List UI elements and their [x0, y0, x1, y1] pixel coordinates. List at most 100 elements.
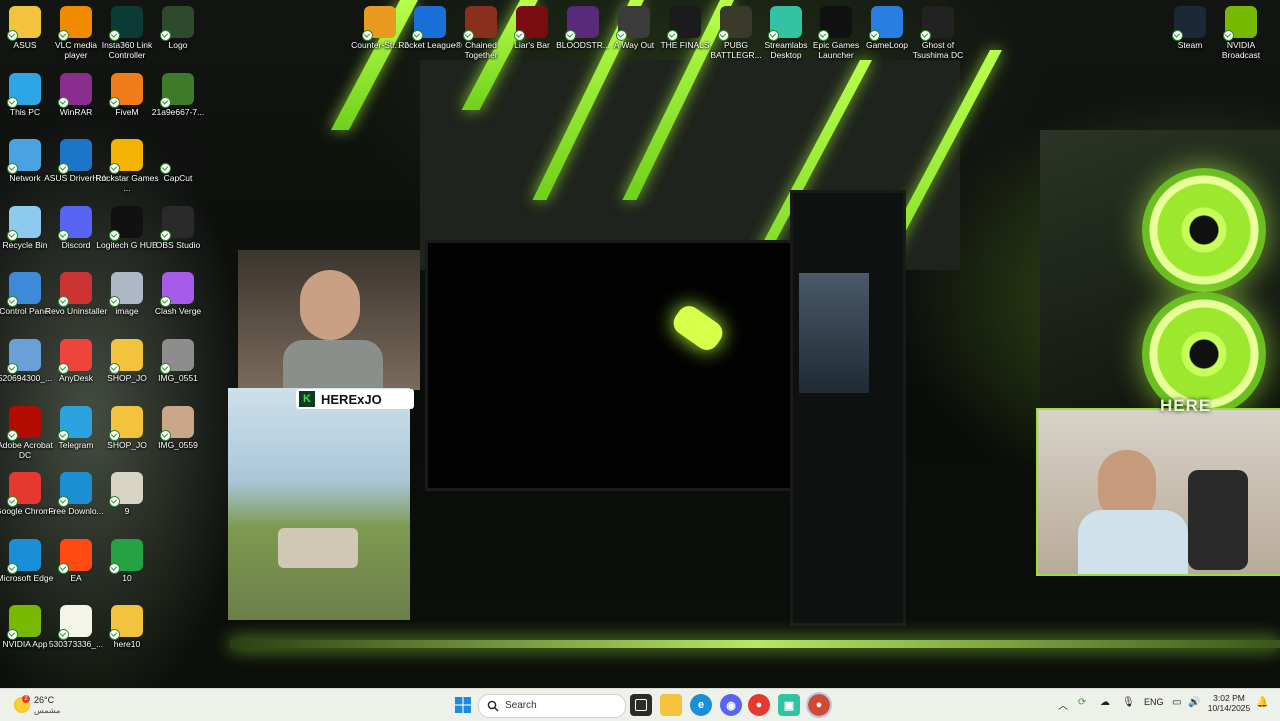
taskbar: 2 26°C مشمس Search e ◉ ● ▣ ● ︿ ⟳ ☁ 🎙 ENG…	[0, 688, 1280, 721]
logitech-icon	[109, 205, 143, 241]
sync-status-check-icon	[109, 229, 120, 241]
volume-icon[interactable]: 🔊	[1188, 697, 1200, 708]
desktop-shortcut-capcut[interactable]: CapCut	[145, 135, 211, 183]
weather-desc: مشمس	[34, 706, 61, 715]
desktop-shortcut-label: here10	[113, 639, 141, 650]
liars-bar-icon	[514, 6, 548, 41]
notification-bell-icon[interactable]: 🔔	[1256, 697, 1268, 708]
ghost-of-tsushima-icon	[920, 6, 954, 41]
recycle-bin-icon	[7, 205, 41, 241]
desktop-shortcut-image-file[interactable]: 9	[94, 468, 160, 516]
wallpaper-desk-light	[230, 640, 1280, 648]
desktop-shortcut-image-file[interactable]: IMG_0559	[145, 402, 211, 450]
chrome-icon: ●	[755, 699, 763, 711]
insta360-icon	[109, 6, 143, 41]
sync-status-check-icon	[160, 429, 171, 441]
fivem-icon	[109, 72, 143, 108]
image-file-icon	[160, 72, 194, 108]
telegram-icon	[58, 405, 92, 441]
desktop-shortcut-whatsapp[interactable]: 10	[94, 535, 160, 583]
sync-status-check-icon	[109, 429, 120, 441]
anydesk-icon	[58, 339, 92, 374]
acrobat-icon	[7, 405, 41, 441]
sync-status-check-icon	[109, 562, 120, 574]
show-hidden-icons-chevron[interactable]: ︿	[1058, 697, 1068, 712]
gear-icon	[58, 139, 92, 175]
sync-status-check-icon	[160, 363, 171, 374]
clock[interactable]: 3:02 PM 10/14/2025	[1206, 693, 1252, 713]
chrome-icon	[7, 472, 41, 508]
desktop-shortcut-logo-file[interactable]: Logo	[145, 2, 211, 50]
cloud-icon[interactable]: ☁	[1100, 697, 1110, 708]
desktop-shortcut-folder[interactable]: here10	[94, 601, 160, 649]
download-icon	[58, 472, 92, 508]
desktop-shortcut-label: Clash Verge	[154, 306, 202, 317]
chrome-icon: ●	[815, 699, 823, 711]
sync-status-check-icon	[412, 30, 423, 41]
rocket-league-icon	[412, 6, 446, 41]
taskbar-search-box[interactable]: Search	[478, 694, 626, 718]
pubg-icon	[718, 6, 752, 41]
weather-temp: 26°C	[34, 695, 55, 705]
a-way-out-icon	[616, 6, 650, 41]
weather-widget[interactable]: 2 26°C مشمس	[8, 693, 88, 717]
logo-file-icon	[160, 6, 194, 41]
desktop-shortcut-nvidia-broadcast[interactable]: NVIDIA Broadcast	[1208, 2, 1274, 60]
webcam-label: HERE	[1160, 396, 1212, 415]
taskbar-file-explorer[interactable]	[660, 694, 682, 716]
start-button[interactable]	[452, 694, 474, 716]
gameloop-icon	[869, 6, 903, 41]
taskbar-chrome-active[interactable]: ●	[806, 692, 832, 718]
image-file-icon	[109, 272, 143, 308]
epic-games-icon	[818, 6, 852, 41]
network-icon[interactable]: ▭	[1172, 697, 1181, 708]
sync-icon[interactable]: ⟳	[1078, 697, 1086, 708]
clock-time: 3:02 PM	[1213, 693, 1245, 703]
capcut-icon	[160, 139, 194, 175]
streamer-webcam-left	[238, 250, 420, 390]
wallpaper-screen-content	[799, 273, 869, 393]
sync-status-check-icon	[667, 30, 678, 41]
streamlabs-icon: ▣	[783, 699, 795, 712]
folder-icon	[7, 6, 41, 41]
windows-icon	[455, 697, 471, 713]
search-icon	[487, 700, 499, 712]
sync-status-check-icon	[514, 30, 525, 41]
sync-status-check-icon	[160, 229, 171, 241]
wallpaper-fan	[1142, 168, 1266, 292]
desktop-shortcut-image-file[interactable]: IMG_0551	[145, 335, 211, 383]
folder-icon	[109, 605, 143, 641]
desktop-shortcut-label: 9	[124, 506, 130, 517]
image-file-icon	[160, 405, 194, 441]
taskbar-streamlabs[interactable]: ▣	[778, 694, 800, 716]
sync-status-check-icon	[58, 429, 69, 441]
image-file-icon	[109, 472, 143, 508]
sync-status-check-icon	[58, 562, 69, 574]
counter-strike-icon	[362, 6, 396, 41]
taskbar-discord[interactable]: ◉	[720, 694, 742, 716]
clash-icon	[160, 272, 194, 308]
search-placeholder: Search	[505, 700, 537, 711]
sync-status-check-icon	[463, 30, 474, 41]
sync-status-check-icon	[362, 30, 373, 41]
desktop-shortcut-clash[interactable]: Clash Verge	[145, 268, 211, 316]
desktop-shortcut-label: Ghost of Tsushima DC	[912, 40, 964, 60]
game-capture-pubg	[228, 388, 410, 620]
sync-status-check-icon	[768, 30, 779, 41]
desktop-shortcut-label: NVIDIA Broadcast	[1221, 40, 1261, 60]
desktop-shortcut-ghost-of-tsushima[interactable]: Ghost of Tsushima DC	[905, 2, 971, 60]
ea-icon	[58, 538, 92, 574]
desktop-shortcut-obs[interactable]: OBS Studio	[145, 202, 211, 250]
microphone-icon[interactable]: 🎙	[1122, 697, 1135, 708]
taskbar-chrome[interactable]: ●	[748, 694, 770, 716]
clock-date: 10/14/2025	[1207, 703, 1251, 713]
sync-status-check-icon	[7, 229, 18, 241]
webcam-person-body	[283, 340, 383, 390]
language-indicator[interactable]: ENG	[1144, 697, 1164, 707]
desktop-shortcut-label: IMG_0559	[158, 439, 198, 450]
taskbar-edge[interactable]: e	[690, 694, 712, 716]
wallpaper-monitor	[425, 240, 801, 491]
desktop-shortcut-label: OBS Studio	[155, 239, 201, 250]
desktop-shortcut-image-file[interactable]: 21a9e667-7...	[145, 69, 211, 117]
task-view-button[interactable]	[630, 694, 652, 716]
